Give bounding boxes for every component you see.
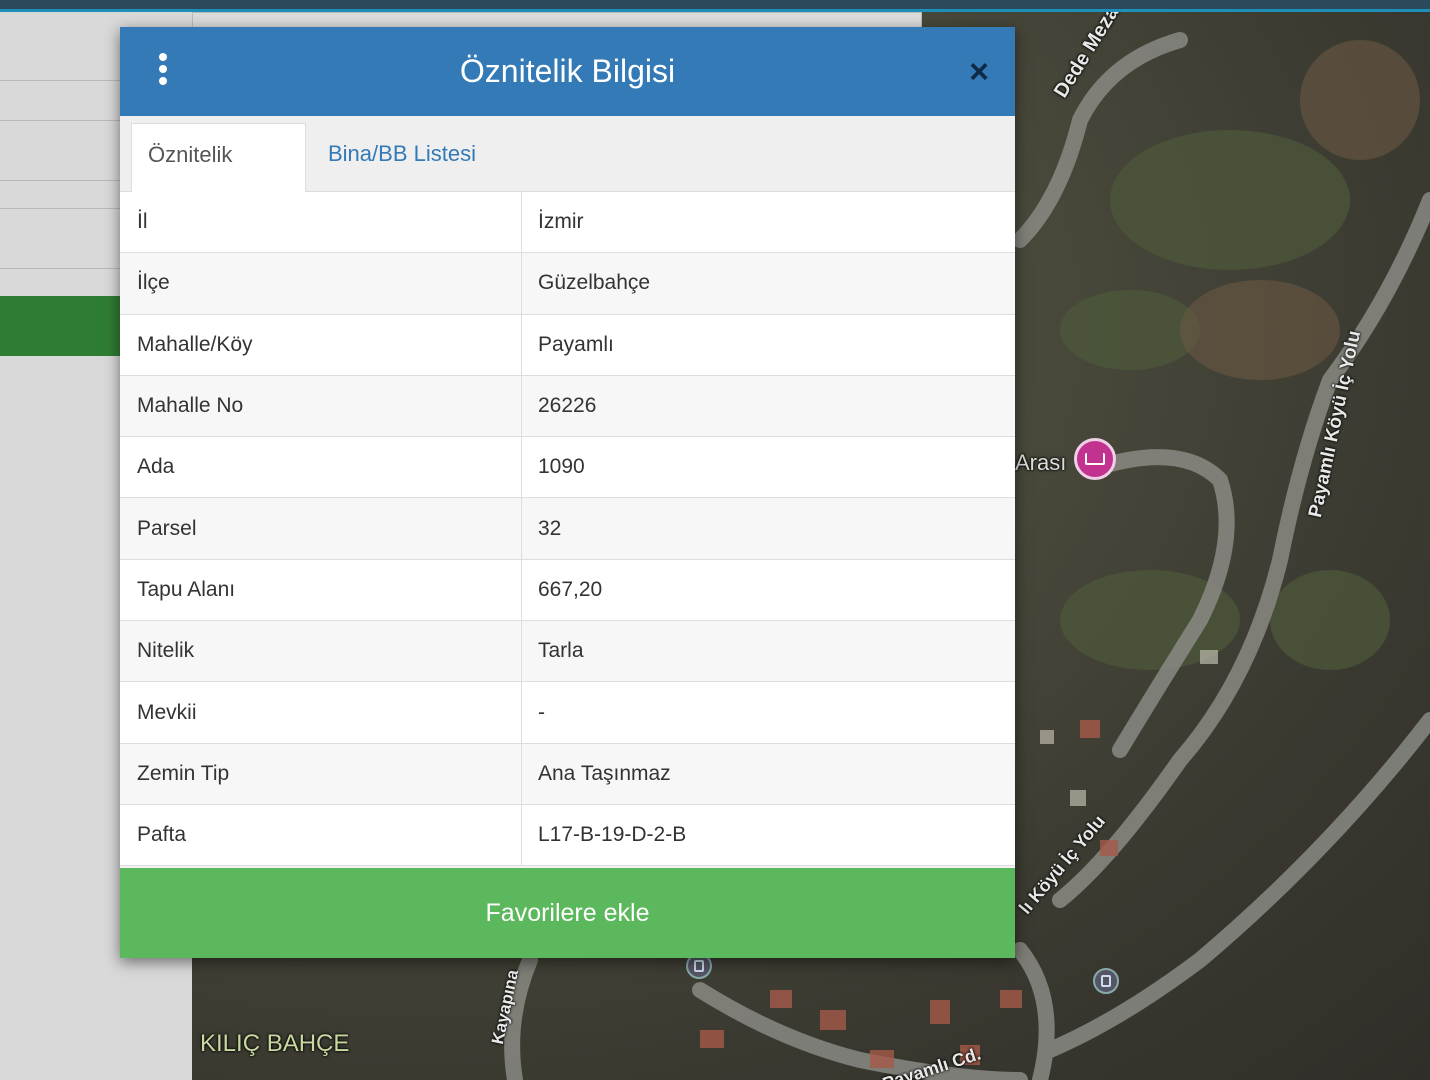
top-bar [0,0,1430,12]
sidebar-green-button[interactable] [0,296,122,356]
row-key: Tapu Alanı [120,559,522,621]
row-value: İzmir [538,210,584,234]
table-row: İlçe Güzelbahçe [120,253,1015,315]
row-key: İl [120,192,522,253]
close-icon[interactable]: × [962,55,996,89]
attribute-info-dialog: Öznitelik Bilgisi × Öznitelik Bilgisi Bi… [120,27,1015,958]
map-label-kilic-bahce: KILIÇ BAHÇE [200,1030,350,1057]
tab-oznitelik-bilgisi[interactable]: Öznitelik Bilgisi [131,123,306,229]
table-row: Mahalle No 26226 [120,375,1015,438]
row-key: Parsel [120,498,522,559]
row-key: Mahalle No [120,375,522,437]
hotel-pin-icon[interactable] [1074,438,1116,480]
table-row: Mahalle/Köy Payamlı [120,314,1015,376]
row-value: Güzelbahçe [538,271,651,295]
dialog-header: Öznitelik Bilgisi × [120,27,1015,116]
dialog-title: Öznitelik Bilgisi [459,53,676,89]
sidebar-divider [0,180,122,181]
dialog-tabs: Öznitelik Bilgisi Bina/BB Listesi [120,116,1015,229]
row-value: L17-B-19-D-2-B [538,823,687,847]
sidebar-divider [0,268,122,269]
table-row: Mevkii - [120,682,1015,744]
row-key: Nitelik [120,621,522,682]
row-key: Mevkii [120,682,522,743]
row-key: Zemin Tip [120,743,522,804]
table-row: Ada 1090 [120,437,1015,499]
add-to-favorites-button[interactable]: Favorilere ekle [120,868,1015,958]
row-value: 32 [538,516,562,540]
row-value: 667,20 [538,577,603,601]
row-value: Payamlı [538,332,614,356]
kebab-menu-icon[interactable] [156,53,170,89]
table-row: Pafta L17-B-19-D-2-B [120,804,1015,867]
row-value: - [538,700,545,724]
row-value: Ana Taşınmaz [538,761,671,785]
map-label-arasi: Arası [1015,450,1067,475]
row-key: Ada [120,437,522,498]
tab-bina-bb-listesi[interactable]: Bina/BB Listesi [312,123,492,193]
sidebar-divider [0,208,122,209]
row-value: 1090 [538,455,585,479]
row-key: Mahalle/Köy [120,314,522,375]
row-value: 26226 [538,394,597,418]
attribute-table: İl İzmir İlçe Güzelbahçe Mahalle/Köy Pay… [120,192,1015,867]
table-row: Nitelik Tarla [120,621,1015,683]
row-key: İlçe [120,253,522,314]
bus-stop-icon[interactable] [1093,968,1119,994]
sidebar-divider [0,120,122,121]
row-value: Tarla [538,639,584,663]
table-row: Zemin Tip Ana Taşınmaz [120,743,1015,805]
table-row: İl İzmir [120,192,1015,254]
row-key: Pafta [120,804,522,866]
table-row: Parsel 32 [120,498,1015,560]
table-row: Tapu Alanı 667,20 [120,559,1015,622]
sidebar-divider [0,80,122,81]
